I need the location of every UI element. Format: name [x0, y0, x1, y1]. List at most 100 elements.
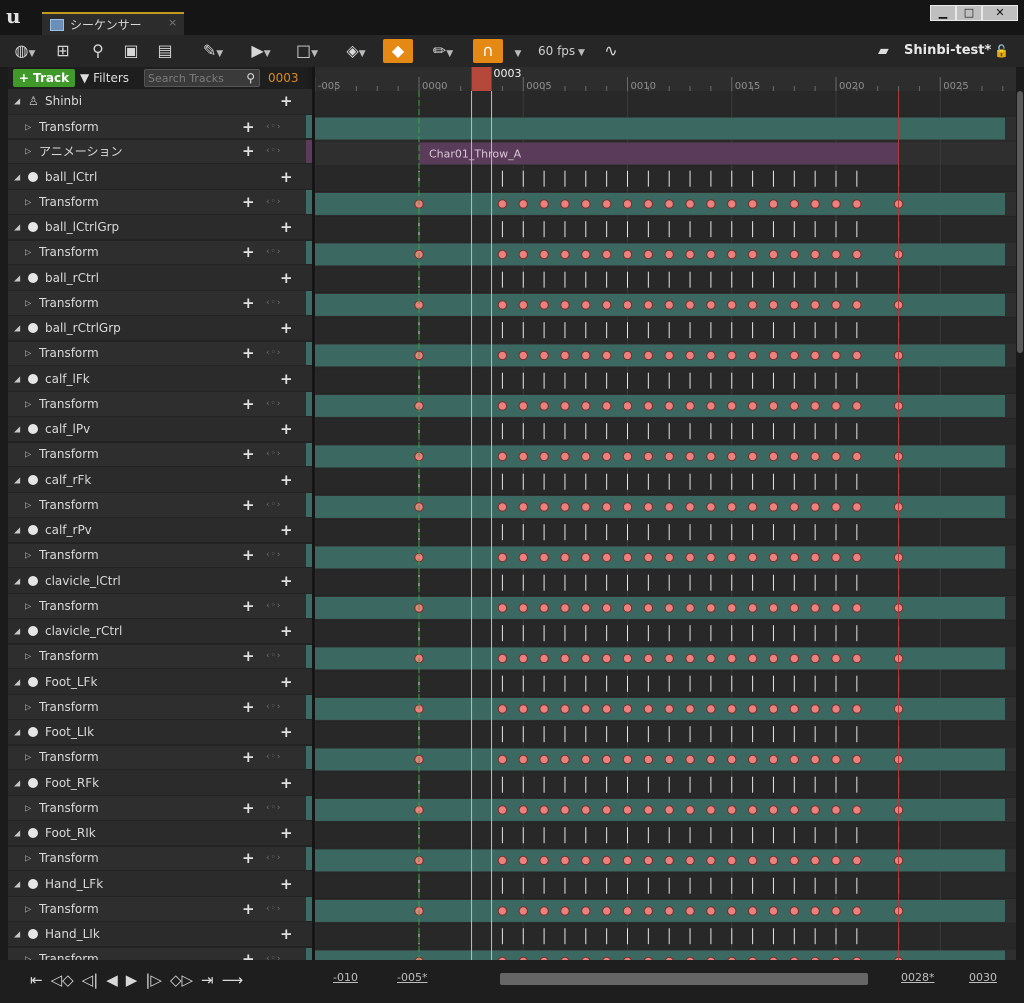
keyframe[interactable] [831, 704, 841, 714]
add-track-plus-icon[interactable]: + [280, 471, 293, 489]
keyframe[interactable] [747, 199, 758, 209]
keyframe[interactable] [664, 552, 674, 563]
object-track-row[interactable]: ◢ clavicle_lCtrl + [8, 568, 312, 593]
keyframe[interactable] [706, 754, 716, 765]
object-track-row[interactable]: ◢ calf_lPv + [8, 416, 312, 442]
add-track-plus-icon[interactable]: + [280, 723, 293, 741]
keyframe[interactable] [560, 603, 570, 613]
collapse-arrow-icon[interactable]: ◢ [14, 425, 20, 434]
keyframe[interactable] [518, 401, 528, 411]
keyframe[interactable] [497, 704, 508, 714]
keyframe[interactable] [601, 754, 612, 765]
object-track-row[interactable]: ◢ ♙ Shinbi + [8, 89, 312, 114]
expand-arrow-icon[interactable]: ▷ [25, 551, 31, 560]
keyframe[interactable] [643, 552, 654, 563]
keyframe[interactable] [685, 451, 695, 462]
keyframe[interactable] [664, 249, 674, 260]
keyframe[interactable] [560, 502, 570, 512]
keyframe[interactable] [706, 249, 716, 260]
keyframe[interactable] [497, 754, 508, 765]
add-track-plus-icon[interactable]: + [280, 420, 293, 438]
object-track-row[interactable]: ◢ ball_rCtrl + [8, 265, 312, 290]
collapse-arrow-icon[interactable]: ◢ [14, 374, 20, 383]
keyframe[interactable] [560, 906, 570, 916]
folder-icon[interactable]: ▰ [878, 39, 889, 63]
add-track-plus-icon[interactable]: + [280, 622, 293, 640]
keyframe[interactable] [643, 401, 654, 411]
add-track-plus-icon[interactable]: + [242, 849, 255, 867]
keyframe[interactable] [789, 502, 799, 512]
keyframe[interactable] [497, 552, 508, 563]
track-row-transform[interactable]: ▷ Transform + ‹◦› [8, 341, 312, 366]
keyframe[interactable] [643, 502, 654, 512]
track-row-animation[interactable]: ▷ アニメーション + ‹◦› [8, 139, 312, 164]
keyframe[interactable] [581, 704, 591, 714]
key-menu-button[interactable]: ◈▼ [338, 39, 374, 63]
keyframe[interactable] [768, 653, 779, 664]
keyframe[interactable] [643, 603, 654, 613]
track-row-transform[interactable]: ▷ Transform + ‹◦› [8, 947, 312, 960]
keyframe[interactable] [518, 704, 528, 714]
keyframe[interactable] [560, 704, 570, 714]
keyframe-navigation-icon[interactable]: ‹◦› [266, 853, 282, 863]
keyframe[interactable] [518, 300, 528, 310]
keyframe[interactable] [768, 249, 779, 260]
keyframe[interactable] [518, 502, 528, 512]
world-menu-button[interactable]: ◍▼ [10, 39, 40, 63]
keyframe[interactable] [497, 199, 508, 209]
keyframe[interactable] [560, 300, 570, 310]
next-key-icon[interactable]: ◇▷ [170, 968, 193, 992]
selection-menu-button[interactable]: □▼ [290, 39, 324, 63]
track-row-transform[interactable]: ▷ Transform + ‹◦› [8, 442, 312, 467]
keyframe[interactable] [643, 805, 654, 815]
keyframe[interactable] [539, 906, 549, 916]
keyframe[interactable] [768, 754, 779, 765]
keyframe[interactable] [518, 653, 528, 664]
keyframe[interactable] [622, 451, 633, 462]
keyframe[interactable] [852, 451, 862, 462]
keyframe[interactable] [622, 249, 633, 260]
jump-to-start-icon[interactable]: ⇤ [30, 968, 43, 992]
add-track-plus-icon[interactable]: + [242, 496, 255, 514]
keyframe[interactable] [601, 805, 612, 815]
add-track-plus-icon[interactable]: + [280, 92, 293, 110]
settings-menu-button[interactable]: ✎▼ [196, 39, 230, 63]
keyframe[interactable] [831, 300, 841, 310]
track-row-transform[interactable]: ▷ Transform + ‹◦› [8, 644, 312, 669]
keyframe[interactable] [852, 704, 862, 714]
expand-arrow-icon[interactable]: ▷ [25, 450, 31, 459]
keyframe[interactable] [768, 906, 779, 916]
keyframe[interactable] [747, 855, 758, 866]
keyframe[interactable] [560, 653, 570, 664]
keyframe[interactable] [664, 199, 674, 209]
keyframe[interactable] [643, 249, 654, 260]
keyframe[interactable] [831, 552, 841, 563]
keyframe[interactable] [810, 300, 820, 310]
keyframe[interactable] [664, 754, 674, 765]
keyframe[interactable] [664, 805, 674, 815]
keyframe[interactable] [539, 754, 549, 765]
keyframe[interactable] [497, 300, 508, 310]
keyframe[interactable] [810, 906, 820, 916]
add-track-plus-icon[interactable]: + [280, 521, 293, 539]
keyframe[interactable] [518, 855, 528, 866]
maximize-button[interactable]: □ [956, 5, 982, 21]
add-track-plus-icon[interactable]: + [242, 647, 255, 665]
keyframe[interactable] [747, 805, 758, 815]
object-track-row[interactable]: ◢ Foot_RFk + [8, 770, 312, 795]
filters-button[interactable]: ▼ Filters [80, 69, 129, 87]
collapse-arrow-icon[interactable]: ◢ [14, 324, 20, 333]
add-track-plus-icon[interactable]: + [242, 748, 255, 766]
keyframe[interactable] [518, 249, 528, 260]
add-track-plus-icon[interactable]: + [242, 900, 255, 918]
keyframe[interactable] [560, 350, 570, 361]
keyframe[interactable] [727, 199, 737, 209]
keyframe-navigation-icon[interactable]: ‹◦› [266, 702, 282, 712]
keyframe[interactable] [810, 451, 820, 462]
keyframe[interactable] [747, 502, 758, 512]
keyframe[interactable] [810, 249, 820, 260]
keyframe[interactable] [831, 199, 841, 209]
collapse-arrow-icon[interactable]: ◢ [14, 223, 20, 232]
keyframe[interactable] [685, 401, 695, 411]
keyframe[interactable] [831, 451, 841, 462]
